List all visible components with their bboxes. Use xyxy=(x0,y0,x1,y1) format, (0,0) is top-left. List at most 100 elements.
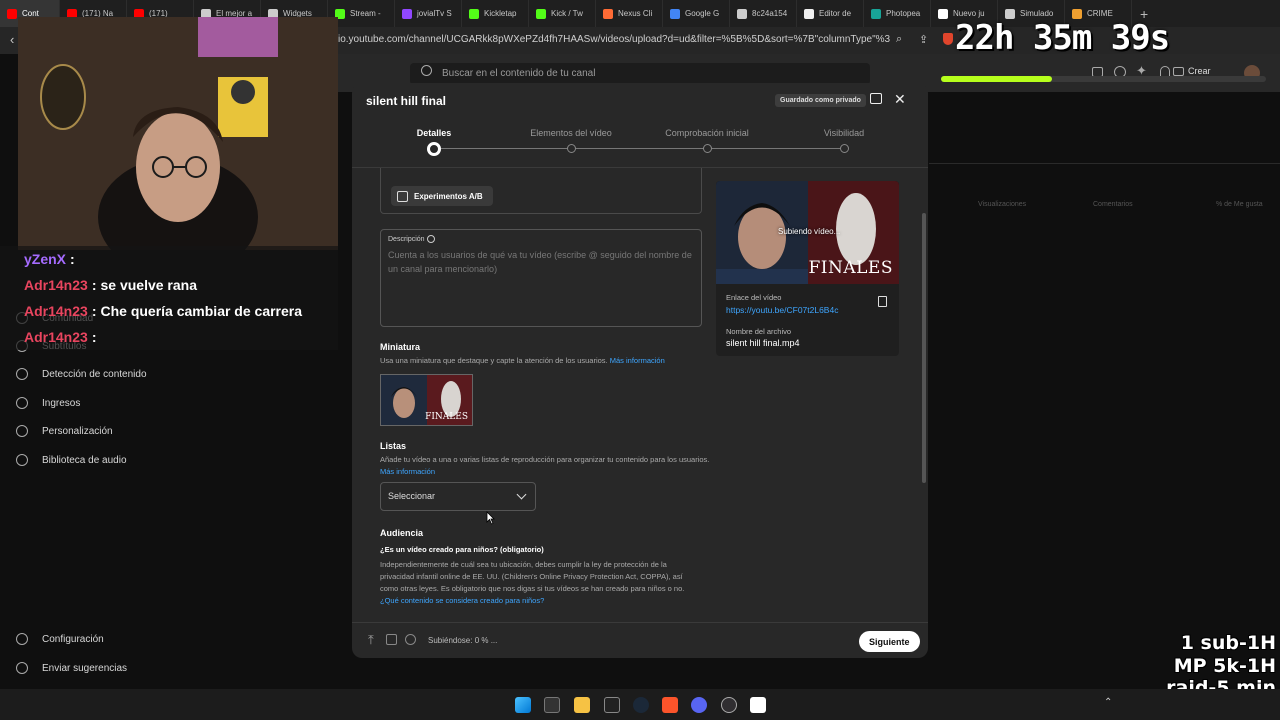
sidebar-item-label: Biblioteca de audio xyxy=(42,454,127,466)
channel-search-input[interactable]: Buscar en el contenido de tu canal xyxy=(410,63,870,85)
step-label[interactable]: Elementos del vídeo xyxy=(530,128,612,138)
browser-tab[interactable]: Kickletap xyxy=(462,0,529,27)
copy-icon[interactable] xyxy=(878,296,887,307)
step-label[interactable]: Detalles xyxy=(417,128,452,138)
playlist-select[interactable]: Seleccionar xyxy=(380,482,536,511)
dollar-icon xyxy=(16,397,28,409)
tab-favicon-icon xyxy=(402,8,412,19)
video-link[interactable]: https://youtu.be/CF07t2L6B4c xyxy=(726,305,838,315)
sidebar-item[interactable]: Configuración xyxy=(16,633,104,645)
step-label[interactable]: Visibilidad xyxy=(824,128,864,138)
upload-dialog: silent hill final Guardado como privado … xyxy=(352,83,928,658)
brave-shield-icon[interactable] xyxy=(943,33,953,45)
tab-label: Kickletap xyxy=(484,9,517,18)
mouse-cursor xyxy=(486,511,495,525)
browser-tab[interactable]: Editor de xyxy=(797,0,864,27)
browser-tab[interactable]: jovialTv S xyxy=(395,0,462,27)
create-button[interactable]: Crear xyxy=(1188,66,1211,76)
browser-tab[interactable]: Photopea xyxy=(864,0,931,27)
sidebar-item[interactable]: Detección de contenido xyxy=(16,368,147,380)
terminal-icon[interactable] xyxy=(544,697,560,713)
sidebar-item[interactable]: Ingresos xyxy=(16,397,80,409)
next-button[interactable]: Siguiente xyxy=(859,631,920,652)
tab-label: Google G xyxy=(685,9,720,18)
chat-overlay: yZenX: Adr14n23: se vuelve rana Adr14n23: Ch… xyxy=(0,246,338,350)
sidebar-item-label: Configuración xyxy=(42,633,104,645)
sidebar-item[interactable]: Biblioteca de audio xyxy=(16,454,127,466)
step-dot[interactable] xyxy=(840,144,849,153)
content-divider xyxy=(929,163,1280,164)
description-label: Descripción xyxy=(388,235,435,243)
chat-username: Adr14n23 xyxy=(24,303,88,319)
column-header-likes: % de Me gusta xyxy=(1216,201,1263,208)
epic-games-icon[interactable] xyxy=(604,697,620,713)
video-preview[interactable]: Subiendo vídeo... FINALES xyxy=(716,181,899,284)
steam-icon[interactable] xyxy=(633,697,649,713)
title-field[interactable]: Experimentos A/B xyxy=(380,168,702,214)
capcut-icon[interactable] xyxy=(750,697,766,713)
zoom-icon[interactable]: ⌕ xyxy=(896,33,902,46)
tab-favicon-icon xyxy=(469,8,479,19)
discord-icon[interactable] xyxy=(691,697,707,713)
audience-text: Independientemente de cuál sea tu ubicac… xyxy=(380,560,685,593)
file-explorer-icon[interactable] xyxy=(574,697,590,713)
tab-label: Photopea xyxy=(886,9,921,18)
step-dot[interactable] xyxy=(427,142,441,156)
step-label[interactable]: Comprobación inicial xyxy=(665,128,749,138)
dialog-scrollbar[interactable] xyxy=(922,213,926,483)
windows-start-icon[interactable] xyxy=(515,697,531,713)
browser-tab[interactable]: Nexus Cli xyxy=(596,0,663,27)
audio-library-icon xyxy=(16,454,28,466)
share-icon[interactable]: ⇪ xyxy=(919,33,928,46)
sidebar-item-label: Enviar sugerencias xyxy=(42,662,128,674)
browser-tab[interactable]: 8c24a154 xyxy=(730,0,797,27)
brave-icon[interactable] xyxy=(662,697,678,713)
chat-separator: : xyxy=(91,329,97,345)
saved-status-badge: Guardado como privado xyxy=(775,94,866,107)
ab-test-button[interactable]: Experimentos A/B xyxy=(391,186,493,206)
step-dot[interactable] xyxy=(703,144,712,153)
ab-test-label: Experimentos A/B xyxy=(414,191,483,201)
chat-separator: : xyxy=(91,303,97,319)
stream-goal: MP 5k-1H xyxy=(1173,655,1276,677)
chevron-down-icon xyxy=(516,489,527,500)
video-link-label: Enlace del vídeo xyxy=(726,293,782,302)
sidebar-item[interactable]: Personalización xyxy=(16,425,113,437)
stream-goal: 1 sub-1H xyxy=(1180,632,1276,654)
playlists-more-info-link[interactable]: Más información xyxy=(380,467,435,476)
column-header-comments: Comentarios xyxy=(1093,201,1133,208)
browser-tab[interactable]: Stream - xyxy=(328,0,395,27)
tab-label: Stream - xyxy=(350,9,381,18)
step-dot[interactable] xyxy=(567,144,576,153)
sidebar-item[interactable]: Enviar sugerencias xyxy=(16,662,127,674)
tab-label: Simulado xyxy=(1020,9,1054,18)
thumbnail-option[interactable]: FINALES xyxy=(380,374,473,426)
tab-favicon-icon xyxy=(737,8,747,19)
browser-tab[interactable]: Google G xyxy=(663,0,730,27)
tab-favicon-icon xyxy=(804,8,814,19)
ab-test-icon xyxy=(397,190,408,202)
obs-icon[interactable] xyxy=(721,697,737,713)
uploading-label: Subiendo vídeo... xyxy=(778,227,841,236)
tab-favicon-icon xyxy=(536,8,546,19)
chat-separator: : xyxy=(91,277,97,293)
back-icon[interactable]: ‹ xyxy=(10,32,14,47)
chat-message: Adr14n23: Che quería cambiar de carrera xyxy=(0,298,338,324)
gear-icon xyxy=(16,633,28,645)
thumbnail-more-info-link[interactable]: Más información xyxy=(610,356,665,365)
feedback-icon[interactable] xyxy=(870,93,882,104)
webcam-feed xyxy=(18,17,338,250)
browser-tab[interactable]: Kick / Tw xyxy=(529,0,596,27)
webcam-image xyxy=(18,17,338,250)
close-icon[interactable]: ✕ xyxy=(894,91,906,108)
wand-icon xyxy=(16,425,28,437)
info-icon[interactable] xyxy=(426,235,435,243)
copyright-icon xyxy=(16,368,28,380)
description-field[interactable]: Descripción Cuenta a los usuarios de qué… xyxy=(380,229,702,327)
system-tray-chevron-icon[interactable]: ⌃ xyxy=(1104,697,1112,708)
tab-label: Kick / Tw xyxy=(551,9,583,18)
audience-made-for-kids-link[interactable]: ¿Qué contenido se considera creado para … xyxy=(380,595,710,607)
chat-username: Adr14n23 xyxy=(24,277,88,293)
url-field[interactable]: io.youtube.com/channel/UCGARkk8pWXePZd4f… xyxy=(338,34,890,45)
stream-timer: 22h 35m 39s xyxy=(955,18,1170,58)
